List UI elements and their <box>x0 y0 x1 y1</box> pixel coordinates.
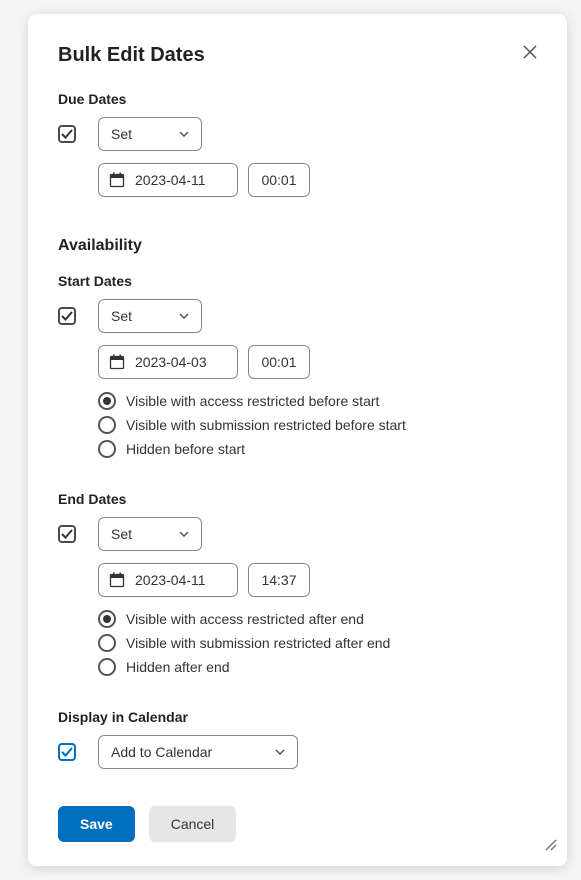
end-visible-access-radio[interactable] <box>98 610 116 628</box>
end-dates-mode-select[interactable]: Set <box>98 517 202 551</box>
due-dates-mode-value: Set <box>111 126 132 142</box>
availability-section: Availability Start Dates Set 2023-04-03 <box>58 237 537 679</box>
end-dates-label: End Dates <box>58 491 537 507</box>
calendar-label: Display in Calendar <box>58 709 537 725</box>
start-dates-mode-select[interactable]: Set <box>98 299 202 333</box>
due-dates-date-input[interactable]: 2023-04-11 <box>98 163 238 197</box>
start-hidden-radio[interactable] <box>98 440 116 458</box>
due-dates-section: Due Dates Set 2023-04-11 00:01 <box>58 91 537 207</box>
end-hidden-radio[interactable] <box>98 658 116 676</box>
start-option-1-label: Visible with submission restricted befor… <box>126 417 406 433</box>
calendar-checkbox[interactable] <box>58 743 76 761</box>
end-visible-submission-radio[interactable] <box>98 634 116 652</box>
start-visible-access-radio[interactable] <box>98 392 116 410</box>
start-option-0-label: Visible with access restricted before st… <box>126 393 379 409</box>
calendar-section: Display in Calendar Add to Calendar <box>58 709 537 781</box>
calendar-mode-select[interactable]: Add to Calendar <box>98 735 298 769</box>
due-dates-time-input[interactable]: 00:01 <box>248 163 310 197</box>
start-option-2-label: Hidden before start <box>126 441 245 457</box>
due-dates-checkbox[interactable] <box>58 125 76 143</box>
modal-title: Bulk Edit Dates <box>58 44 205 67</box>
calendar-icon <box>109 572 125 588</box>
check-icon <box>61 528 73 540</box>
start-dates-mode-value: Set <box>111 308 132 324</box>
resize-handle[interactable] <box>543 837 557 856</box>
start-dates-label: Start Dates <box>58 273 537 289</box>
due-dates-label: Due Dates <box>58 91 537 107</box>
start-dates-section: Start Dates Set 2023-04-03 00:01 <box>58 273 537 461</box>
start-visible-submission-radio[interactable] <box>98 416 116 434</box>
check-icon <box>61 746 73 758</box>
due-dates-time-value: 00:01 <box>261 172 296 188</box>
chevron-down-icon <box>179 131 189 137</box>
calendar-mode-value: Add to Calendar <box>111 744 212 760</box>
start-dates-date-value: 2023-04-03 <box>135 354 207 370</box>
chevron-down-icon <box>179 531 189 537</box>
close-icon <box>523 45 537 59</box>
due-dates-date-value: 2023-04-11 <box>135 172 206 188</box>
end-option-1-label: Visible with submission restricted after… <box>126 635 390 651</box>
calendar-icon <box>109 172 125 188</box>
close-button[interactable] <box>523 44 537 62</box>
save-button[interactable]: Save <box>58 806 135 842</box>
calendar-icon <box>109 354 125 370</box>
resize-icon <box>543 837 557 851</box>
start-dates-checkbox[interactable] <box>58 307 76 325</box>
start-dates-time-value: 00:01 <box>261 354 296 370</box>
check-icon <box>61 128 73 140</box>
end-option-2-label: Hidden after end <box>126 659 230 675</box>
chevron-down-icon <box>275 749 285 755</box>
end-dates-section: End Dates Set 2023-04-11 14:37 <box>58 491 537 679</box>
start-dates-date-input[interactable]: 2023-04-03 <box>98 345 238 379</box>
bulk-edit-dates-modal: Bulk Edit Dates Due Dates Set 2023-04-11… <box>28 14 567 866</box>
end-dates-checkbox[interactable] <box>58 525 76 543</box>
due-dates-mode-select[interactable]: Set <box>98 117 202 151</box>
start-dates-time-input[interactable]: 00:01 <box>248 345 310 379</box>
availability-heading: Availability <box>58 237 537 255</box>
check-icon <box>61 310 73 322</box>
end-option-0-label: Visible with access restricted after end <box>126 611 364 627</box>
modal-header: Bulk Edit Dates <box>58 44 537 67</box>
end-dates-mode-value: Set <box>111 526 132 542</box>
modal-footer: Save Cancel <box>58 806 537 842</box>
cancel-button[interactable]: Cancel <box>149 806 237 842</box>
end-dates-time-input[interactable]: 14:37 <box>248 563 310 597</box>
end-dates-time-value: 14:37 <box>261 572 296 588</box>
chevron-down-icon <box>179 313 189 319</box>
end-dates-date-input[interactable]: 2023-04-11 <box>98 563 238 597</box>
end-dates-date-value: 2023-04-11 <box>135 572 206 588</box>
